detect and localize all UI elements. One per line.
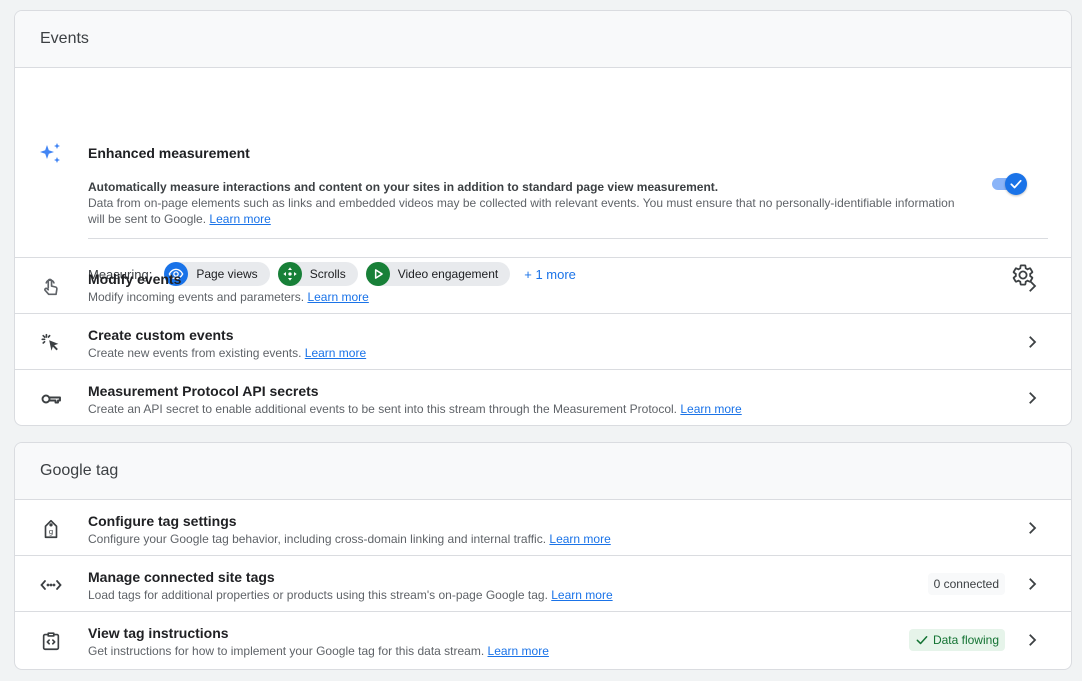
connected-count-badge: 0 connected <box>927 573 1005 595</box>
divider <box>88 238 1048 239</box>
cursor-click-icon <box>39 331 63 355</box>
row-title: Modify events <box>88 271 182 287</box>
row-description: Load tags for additional properties or p… <box>88 588 613 602</box>
sparkle-icon <box>39 142 63 171</box>
chevron-right-icon <box>1029 578 1037 590</box>
data-flowing-label: Data flowing <box>932 633 999 647</box>
key-icon <box>39 387 63 411</box>
check-icon <box>916 636 928 645</box>
row-title: Manage connected site tags <box>88 569 275 585</box>
toggle-thumb <box>1005 173 1027 195</box>
learn-more-link[interactable]: Learn more <box>551 588 612 602</box>
row-description-text: Configure your Google tag behavior, incl… <box>88 532 547 546</box>
row-description-text: Create an API secret to enable additiona… <box>88 402 678 416</box>
enhanced-measurement-learn-more-link[interactable]: Learn more <box>209 212 270 226</box>
enhanced-measurement-section: Enhanced measurement Automatically measu… <box>15 68 1071 286</box>
row-configure-tag-settings[interactable]: g Configure tag settings Configure your … <box>15 500 1071 556</box>
row-title: View tag instructions <box>88 625 229 641</box>
enhanced-measurement-title: Enhanced measurement <box>88 145 250 161</box>
events-card: Events Enhanced measurement Automaticall… <box>14 10 1072 426</box>
learn-more-link[interactable]: Learn more <box>307 290 368 304</box>
row-description: Get instructions for how to implement yo… <box>88 644 549 658</box>
row-modify-events[interactable]: Modify events Modify incoming events and… <box>15 258 1071 314</box>
learn-more-link[interactable]: Learn more <box>549 532 610 546</box>
data-flowing-badge: Data flowing <box>908 629 1005 651</box>
svg-text:g: g <box>49 527 54 536</box>
learn-more-link[interactable]: Learn more <box>488 644 549 658</box>
row-title: Configure tag settings <box>88 513 237 529</box>
row-description: Modify incoming events and parameters. L… <box>88 290 369 304</box>
enhanced-measurement-toggle[interactable] <box>991 173 1029 195</box>
touch-hand-icon <box>39 275 63 299</box>
row-create-custom-events[interactable]: Create custom events Create new events f… <box>15 314 1071 370</box>
enhanced-measurement-description: Automatically measure interactions and c… <box>88 179 968 227</box>
enhanced-measurement-summary: Automatically measure interactions and c… <box>88 180 719 194</box>
row-description-text: Modify incoming events and parameters. <box>88 290 305 304</box>
row-description: Create an API secret to enable additiona… <box>88 402 742 416</box>
row-description: Configure your Google tag behavior, incl… <box>88 532 611 546</box>
clipboard-code-icon <box>39 629 63 653</box>
chevron-right-icon <box>1029 522 1037 534</box>
row-title: Create custom events <box>88 327 234 343</box>
chevron-right-icon <box>1029 336 1037 348</box>
row-description-text: Get instructions for how to implement yo… <box>88 644 485 658</box>
chevron-right-icon <box>1029 634 1037 646</box>
code-dots-icon <box>39 573 63 597</box>
google-tag-card: Google tag g Configure tag settings Conf… <box>14 442 1072 670</box>
learn-more-link[interactable]: Learn more <box>305 346 366 360</box>
row-description: Create new events from existing events. … <box>88 346 366 360</box>
events-header: Events <box>15 11 1071 68</box>
learn-more-link[interactable]: Learn more <box>680 402 741 416</box>
row-description-text: Create new events from existing events. <box>88 346 302 360</box>
check-icon <box>1010 179 1022 189</box>
row-measurement-protocol[interactable]: Measurement Protocol API secrets Create … <box>15 370 1071 425</box>
row-title: Measurement Protocol API secrets <box>88 383 319 399</box>
row-view-tag-instructions[interactable]: View tag instructions Get instructions f… <box>15 612 1071 668</box>
chevron-right-icon <box>1029 392 1037 404</box>
chevron-right-icon <box>1029 280 1037 292</box>
row-description-text: Load tags for additional properties or p… <box>88 588 548 602</box>
row-manage-connected-site-tags[interactable]: Manage connected site tags Load tags for… <box>15 556 1071 612</box>
tag-icon: g <box>39 517 63 541</box>
google-tag-header: Google tag <box>15 443 1071 500</box>
